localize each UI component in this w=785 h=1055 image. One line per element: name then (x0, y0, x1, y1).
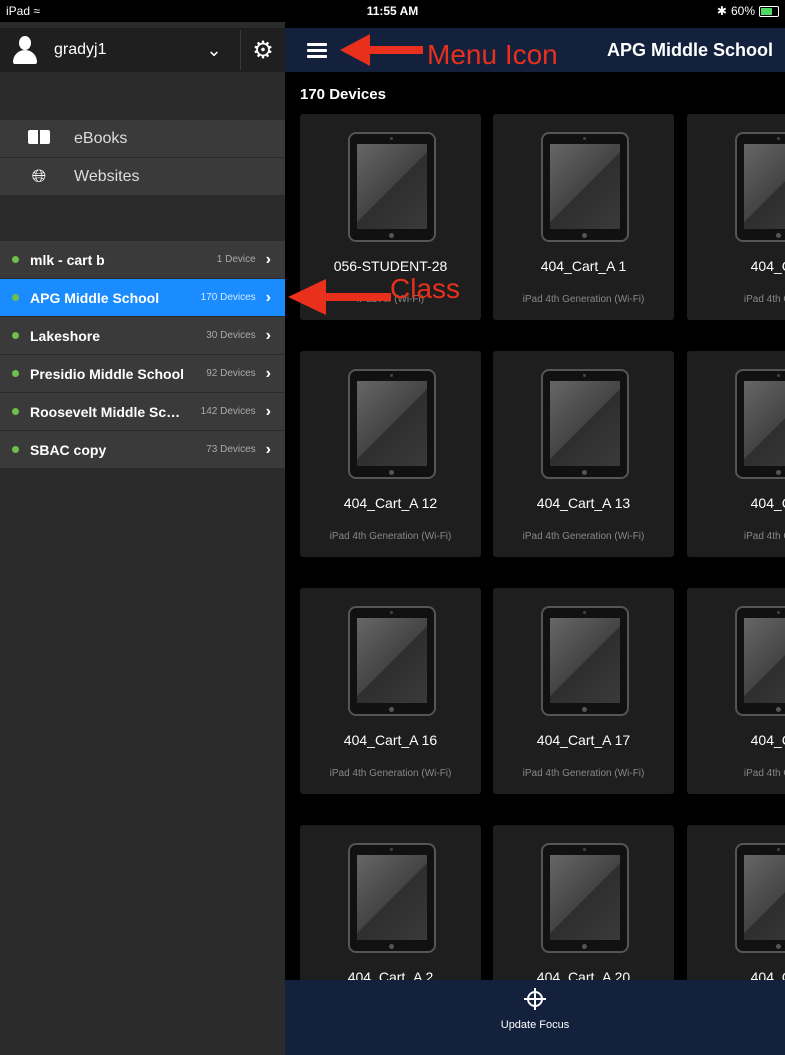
sidebar: gradyj1 ⌄ ⚙ eBooks 🌐︎ Websites mlk - car… (0, 22, 285, 1055)
user-header: gradyj1 ⌄ ⚙ (0, 28, 285, 72)
device-name: 404_Cart_A 12 (343, 495, 438, 511)
chevron-right-icon: › (265, 288, 271, 306)
device-model: iPad 4th Generation (Wi-Fi) (522, 768, 645, 779)
class-device-count: 30 Devices (206, 330, 256, 341)
sidebar-item-ebooks[interactable]: eBooks (0, 120, 285, 158)
class-device-count: 1 Device (216, 254, 256, 265)
status-dot (12, 370, 19, 377)
chevron-right-icon: › (265, 440, 271, 458)
user-icon (12, 36, 38, 64)
class-arrow-annotation (288, 279, 391, 315)
menu-icon[interactable] (307, 40, 327, 61)
device-name: 404_Cart_A 17 (536, 732, 631, 748)
chevron-right-icon: › (265, 326, 271, 344)
device-card[interactable]: 404_Car iPad 4th Gener (687, 351, 785, 557)
device-card[interactable]: 404_Cart_A 12 iPad 4th Generation (Wi-Fi… (300, 351, 481, 557)
device-name: 404_Cart_A 16 (343, 732, 438, 748)
globe-icon: 🌐︎ (31, 166, 47, 186)
class-item-sbac-copy[interactable]: SBAC copy 73 Devices › (0, 431, 285, 469)
menu-arrow-annotation (340, 34, 423, 66)
bluetooth-icon: ✱ (716, 4, 727, 18)
class-item-lakeshore[interactable]: Lakeshore 30 Devices › (0, 317, 285, 355)
class-name: Presidio Middle School (30, 365, 185, 382)
chevron-right-icon: › (265, 402, 271, 420)
ipad-icon (541, 132, 629, 242)
device-model: iPad 4th Generation (Wi-Fi) (329, 531, 452, 542)
ipad-icon (541, 843, 629, 953)
device-card[interactable]: 404_Car iPad 4th Gener (687, 588, 785, 794)
battery-percent: 60% (730, 4, 755, 18)
device-model: iPad 4th Generation (Wi-Fi) (329, 768, 452, 779)
class-item-roosevelt-middle-school[interactable]: Roosevelt Middle Sc… 142 Devices › (0, 393, 285, 431)
update-focus-button[interactable]: Update Focus (285, 988, 785, 1031)
device-card[interactable]: 404_Cart_A 17 iPad 4th Generation (Wi-Fi… (493, 588, 674, 794)
update-focus-label: Update Focus (500, 1019, 570, 1031)
device-name: 404_Car (750, 258, 785, 274)
chevron-down-icon[interactable]: ⌄ (202, 40, 226, 61)
device-count: 170 Devices (300, 86, 386, 103)
ipad-icon (735, 132, 785, 242)
class-name: Lakeshore (30, 327, 101, 344)
class-device-count: 73 Devices (206, 444, 256, 455)
class-device-count: 170 Devices (200, 292, 256, 303)
device-name: 404_Car (750, 495, 785, 511)
device-name: 056-STUDENT-28 (333, 258, 448, 274)
class-name: mlk - cart b (30, 251, 105, 268)
ipad-icon (348, 369, 436, 479)
status-dot (12, 446, 19, 453)
class-item-presidio-middle-school[interactable]: Presidio Middle School 92 Devices › (0, 355, 285, 393)
menu-icon-annotation-label: Menu Icon (427, 39, 558, 70)
status-right: ✱ 60% (717, 4, 779, 18)
username[interactable]: gradyj1 (54, 41, 202, 59)
chevron-right-icon: › (265, 250, 271, 268)
main-panel: APG Middle School 170 Devices 056-STUDEN… (285, 22, 785, 1055)
device-model: iPad 4th Generation (Wi-Fi) (522, 531, 645, 542)
device-name: 404_Cart_A 1 (540, 258, 627, 274)
ipad-icon (541, 606, 629, 716)
sidebar-item-websites[interactable]: 🌐︎ Websites (0, 158, 285, 196)
ipad-icon (348, 843, 436, 953)
device-card[interactable]: 404_Cart_A 16 iPad 4th Generation (Wi-Fi… (300, 588, 481, 794)
sidebar-item-label: Websites (74, 167, 140, 185)
ipad-icon (348, 606, 436, 716)
ipad-icon (735, 369, 785, 479)
class-name: APG Middle School (30, 289, 160, 306)
class-item-apg-middle-school[interactable]: APG Middle School 170 Devices › (0, 279, 285, 317)
device-model: iPad 4th Gener (743, 294, 785, 305)
device-card[interactable]: 404_Cart_A 1 iPad 4th Generation (Wi-Fi) (493, 114, 674, 320)
ipad-icon (735, 606, 785, 716)
battery-icon (759, 5, 779, 17)
app-frame: iPad ≈ 11:55 AM ✱ 60% gradyj1 ⌄ ⚙ eBooks… (0, 0, 785, 1055)
book-icon (26, 128, 52, 149)
page-title: APG Middle School (606, 40, 773, 60)
class-name: Roosevelt Middle Sc… (30, 403, 181, 420)
device-model: iPad 4th Gener (743, 531, 785, 542)
device-model: iPad 4th Gener (743, 768, 785, 779)
device-model: iPad 4th Generation (Wi-Fi) (522, 294, 645, 305)
ipad-icon (735, 843, 785, 953)
gear-icon[interactable]: ⚙ (241, 36, 285, 65)
ipad-icon (541, 369, 629, 479)
status-time: 11:55 AM (366, 4, 419, 18)
class-device-count: 142 Devices (200, 406, 256, 417)
sidebar-item-label: eBooks (74, 129, 128, 147)
device-card[interactable]: 404_Cart_A 13 iPad 4th Generation (Wi-Fi… (493, 351, 674, 557)
ipad-icon (348, 132, 436, 242)
device-card[interactable]: 404_Car iPad 4th Gener (687, 114, 785, 320)
chevron-right-icon: › (265, 364, 271, 382)
status-dot (12, 294, 19, 301)
status-bar: iPad ≈ 11:55 AM ✱ 60% (0, 0, 785, 22)
status-dot (12, 408, 19, 415)
device-name: 404_Car (750, 732, 785, 748)
class-item-mlk-cart-b[interactable]: mlk - cart b 1 Device › (0, 241, 285, 279)
status-dot (12, 332, 19, 339)
crosshair-icon (524, 988, 546, 1010)
status-dot (12, 256, 19, 263)
class-name: SBAC copy (30, 441, 107, 458)
device-name: 404_Cart_A 13 (536, 495, 631, 511)
class-device-count: 92 Devices (206, 368, 256, 379)
bottom-toolbar: Update Focus (285, 980, 785, 1055)
class-annotation-label: Class (390, 273, 461, 304)
